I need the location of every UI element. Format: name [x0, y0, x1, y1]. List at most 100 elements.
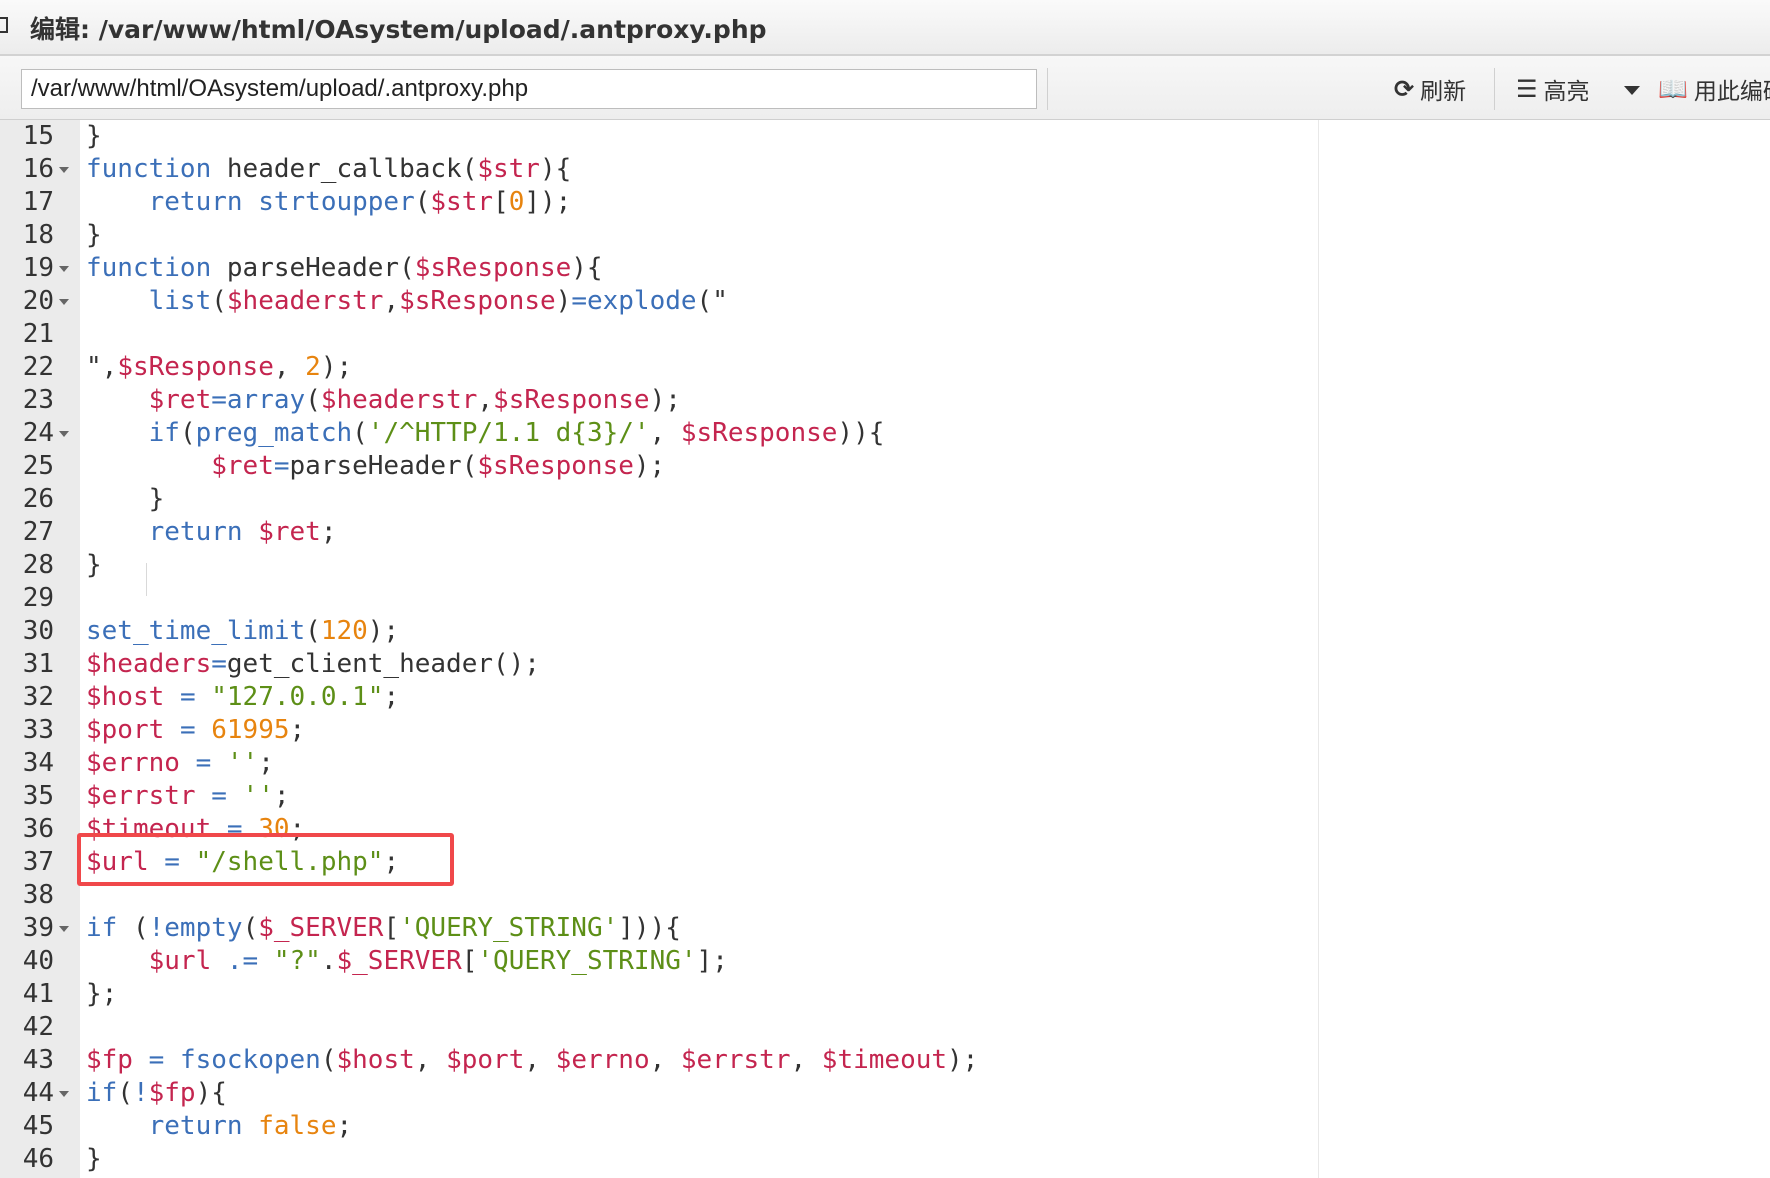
code-line[interactable]: 23 $ret=array($headerstr,$sResponse); [0, 384, 1770, 417]
code-token: if [86, 1078, 118, 1108]
line-number: 20 [22, 286, 54, 316]
code-token: if [86, 913, 118, 943]
code-line[interactable]: 18} [0, 219, 1770, 252]
code-line[interactable]: 17 return strtoupper($str[0]); [0, 186, 1770, 219]
code-line[interactable]: 43 $fp = fsockopen($host, $port, $errno, … [0, 1044, 1770, 1077]
code-line[interactable]: 27 return $ret; [0, 516, 1770, 549]
code-text: function parseHeader($sResponse){ [86, 252, 603, 285]
chevron-down-icon[interactable] [1624, 86, 1640, 95]
encoding-label: 用此编码 [1693, 79, 1770, 105]
code-line[interactable]: 35 $errstr = ''; [0, 780, 1770, 813]
line-number: 36 [22, 814, 54, 844]
code-line[interactable]: 45 return false; [0, 1110, 1770, 1143]
code-line[interactable]: 40 $url .= "?".$_SERVER['QUERY_STRING']; [0, 945, 1770, 978]
code-text: } [86, 219, 102, 252]
code-token: . [320, 946, 337, 976]
code-token: ]; [696, 946, 728, 976]
file-path-input[interactable] [21, 69, 1037, 109]
code-line[interactable]: 32 $host = "127.0.0.1"; [0, 681, 1770, 714]
code-token: ; [336, 1111, 353, 1141]
code-line[interactable]: 30 set_time_limit(120); [0, 615, 1770, 648]
refresh-button[interactable]: ⟳ 刷新 [1394, 72, 1466, 106]
line-number: 15 [22, 121, 54, 151]
code-token: $sResponse [477, 451, 634, 481]
code-line[interactable]: 42 [0, 1011, 1770, 1044]
code-token: strtoupper [258, 187, 415, 217]
code-token: 'QUERY_STRING' [399, 913, 619, 943]
code-token: $errstr [86, 781, 196, 811]
code-line[interactable]: 39 if (!empty($_SERVER['QUERY_STRING'])){ [0, 912, 1770, 945]
code-line[interactable]: 26 } [0, 483, 1770, 516]
code-token: ) [555, 286, 572, 316]
fold-toggle-icon[interactable] [59, 299, 69, 305]
fold-toggle-icon[interactable] [59, 926, 69, 932]
code-line[interactable]: 28} [0, 549, 1770, 582]
fold-toggle-icon[interactable] [59, 167, 69, 173]
code-token: ( [352, 418, 368, 448]
code-lines[interactable]: 15} 16 function header_callback($str){17 r… [0, 120, 1770, 1176]
code-token: get_client_header(); [226, 649, 540, 679]
code-line[interactable]: 25 $ret=parseHeader($sResponse); [0, 450, 1770, 483]
code-line[interactable]: 44 if(!$fp){ [0, 1077, 1770, 1110]
fold-toggle-icon[interactable] [59, 266, 69, 272]
code-line[interactable]: 24 if(preg_match('/^HTTP/1.1 d{3}/', $sR… [0, 417, 1770, 450]
code-editor[interactable]: 15} 16 function header_callback($str){17 r… [0, 120, 1770, 1178]
line-number: 19 [22, 253, 54, 283]
code-line[interactable]: 22 ",$sResponse, 2); [0, 351, 1770, 384]
code-token: '' [242, 781, 274, 811]
code-line[interactable]: 20 list($headerstr,$sResponse)=explode(" [0, 285, 1770, 318]
code-token: "127.0.0.1" [211, 682, 384, 712]
code-token: ( [211, 286, 227, 316]
code-token: ( [414, 187, 431, 217]
code-token: ; [289, 715, 306, 745]
code-token: } [86, 484, 165, 514]
code-token: fsockopen [179, 1045, 321, 1075]
code-text: $url .= "?".$_SERVER['QUERY_STRING']; [86, 945, 728, 978]
code-line[interactable]: 33 $port = 61995; [0, 714, 1770, 747]
line-number: 38 [22, 880, 54, 910]
code-token: ){ [195, 1078, 227, 1108]
refresh-label: 刷新 [1420, 79, 1467, 105]
code-line[interactable]: 46} [0, 1143, 1770, 1176]
fold-toggle-icon[interactable] [59, 1091, 69, 1097]
code-line[interactable]: 31 $headers=get_client_header(); [0, 648, 1770, 681]
line-number: 44 [22, 1078, 54, 1108]
code-line[interactable]: 29 [0, 582, 1770, 615]
code-token: array [226, 385, 306, 415]
code-text: $fp = fsockopen($host, $port, $errno, $e… [86, 1044, 978, 1077]
code-token: , [414, 1045, 447, 1075]
code-token: 2 [305, 352, 321, 382]
line-number: 27 [22, 517, 54, 547]
code-token: $errno [86, 748, 180, 778]
code-token: empty [164, 913, 243, 943]
code-token: 120 [320, 616, 368, 646]
highlight-button[interactable]: ☰ 高亮 [1516, 72, 1590, 106]
code-line[interactable]: 19 function parseHeader($sResponse){ [0, 252, 1770, 285]
toolbar-divider [1494, 68, 1495, 110]
code-token: '/^HTTP/1.1 d{3}/' [367, 418, 650, 448]
code-token: ); [633, 451, 666, 481]
code-token: preg_match [195, 418, 353, 448]
code-line[interactable]: 41}; [0, 978, 1770, 1011]
code-token: = [179, 715, 196, 745]
line-number: 22 [22, 352, 54, 382]
code-line[interactable]: 15} [0, 120, 1770, 153]
code-token: [ [383, 913, 400, 943]
code-line[interactable]: 16 function header_callback($str){ [0, 153, 1770, 186]
encoding-button[interactable]: 📖 用此编码 [1658, 72, 1770, 106]
code-token: = [211, 781, 227, 811]
code-token: return [148, 187, 243, 217]
code-text: $headers=get_client_header(); [86, 648, 540, 681]
code-text: ",$sResponse, 2); [86, 351, 352, 384]
code-line[interactable]: 34 $errno = ''; [0, 747, 1770, 780]
code-line[interactable]: 21 [0, 318, 1770, 351]
code-token: set_time_limit [86, 616, 306, 646]
fold-toggle-icon[interactable] [59, 431, 69, 437]
line-number: 34 [22, 748, 54, 778]
line-number: 40 [22, 946, 54, 976]
